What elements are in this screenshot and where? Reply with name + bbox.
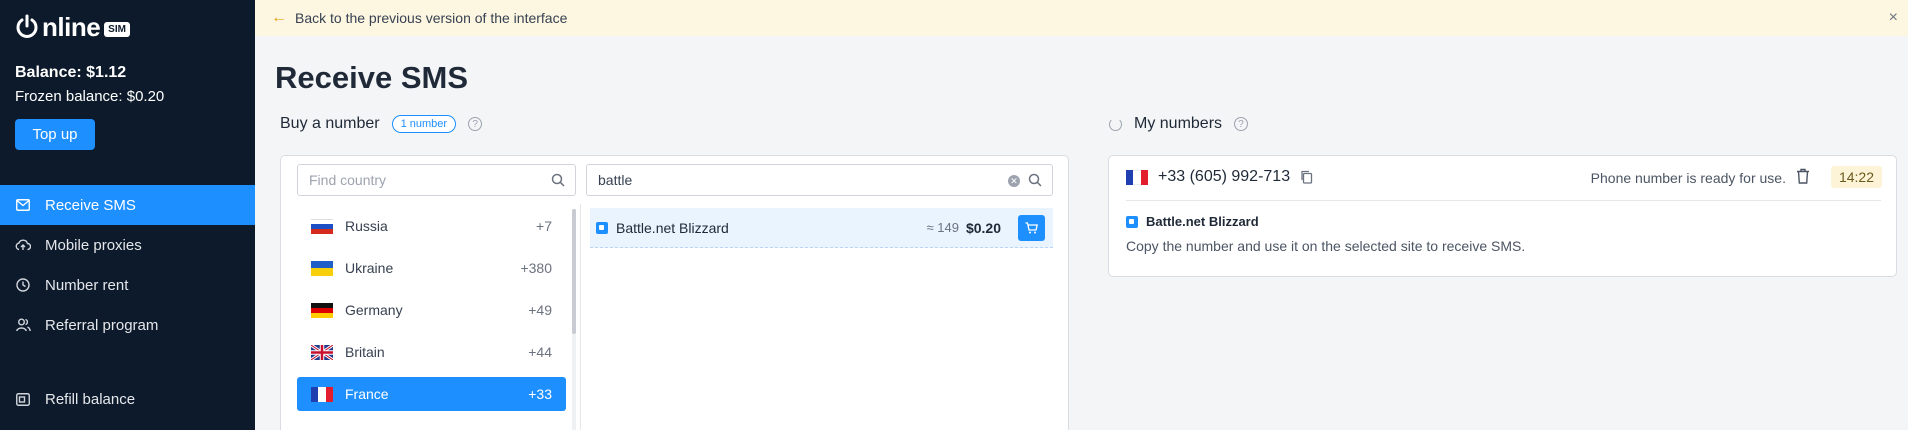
- mail-icon: [15, 197, 31, 213]
- ukraine-flag-icon: [311, 260, 333, 276]
- timer-badge: 14:22: [1830, 166, 1882, 188]
- power-icon: [16, 14, 38, 38]
- country-code: +7: [536, 218, 552, 234]
- sidebar-nav: Receive SMS Mobile proxies Number rent R…: [0, 185, 255, 345]
- users-icon: [15, 317, 31, 333]
- cart-icon: [1025, 222, 1038, 234]
- instruction-text: Copy the number and use it on the select…: [1126, 238, 1526, 254]
- country-search-input[interactable]: Find country: [297, 164, 576, 196]
- frozen-balance: Frozen balance: $0.20: [15, 88, 165, 105]
- phone-number[interactable]: +33 (605) 992-713: [1158, 168, 1290, 186]
- logo-badge: SIM: [104, 21, 130, 37]
- country-name: Ukraine: [345, 260, 394, 276]
- sidebar-item-refill-balance[interactable]: Refill balance: [0, 379, 255, 419]
- cloud-upload-icon: [15, 237, 31, 253]
- clock-icon: [15, 277, 31, 293]
- russia-flag-icon: [311, 218, 333, 234]
- country-code: +380: [520, 260, 552, 276]
- sidebar-item-mobile-proxies[interactable]: Mobile proxies: [0, 225, 255, 265]
- battlenet-icon: [596, 221, 608, 234]
- service-search-input[interactable]: battle ✕: [586, 164, 1053, 196]
- country-code: +49: [528, 302, 552, 318]
- country-code: +44: [528, 344, 552, 360]
- sidebar-item-label: Number rent: [45, 276, 129, 294]
- my-numbers-title: My numbers: [1134, 115, 1223, 132]
- sidebar: nline SIM Balance: $1.12 Frozen balance:…: [0, 0, 255, 430]
- sidebar-item-label: Receive SMS: [45, 196, 136, 214]
- buy-number-header: Buy a number 1 number ?: [280, 115, 483, 133]
- country-name: France: [345, 386, 389, 402]
- refresh-icon[interactable]: [1109, 117, 1122, 131]
- country-item-germany[interactable]: Germany +49: [297, 293, 566, 327]
- country-name: Russia: [345, 218, 388, 234]
- sidebar-item-label: Mobile proxies: [45, 236, 142, 254]
- country-name: Germany: [345, 302, 403, 318]
- top-up-button[interactable]: Top up: [15, 119, 95, 150]
- country-name: Britain: [345, 344, 385, 360]
- country-item-britain[interactable]: Britain +44: [297, 335, 566, 369]
- country-scrollbar-thumb[interactable]: [572, 209, 576, 334]
- service-name: Battle.net Blizzard: [1146, 214, 1259, 229]
- wallet-icon: [15, 391, 31, 407]
- country-list: Russia +7 Ukraine +380 Germany +49 Brita…: [297, 209, 566, 419]
- arrow-left-icon: ←: [271, 9, 287, 26]
- service-quantity: ≈ 149: [926, 220, 959, 235]
- service-row-battlenet[interactable]: Battle.net Blizzard ≈ 149 $0.20: [590, 208, 1053, 248]
- number-service: Battle.net Blizzard: [1126, 214, 1259, 229]
- number-status: Phone number is ready for use.: [1590, 170, 1786, 186]
- sidebar-item-receive-sms[interactable]: Receive SMS: [0, 185, 255, 225]
- trash-icon[interactable]: [1796, 168, 1810, 184]
- refill-section: Refill balance: [0, 379, 255, 419]
- search-icon: [1028, 173, 1042, 187]
- service-search-value: battle: [598, 172, 633, 188]
- logo-text: nline: [42, 12, 101, 42]
- page-title: Receive SMS: [275, 60, 468, 95]
- britain-flag-icon: [311, 344, 333, 360]
- divider: [1126, 200, 1881, 201]
- country-item-ukraine[interactable]: Ukraine +380: [297, 251, 566, 285]
- help-icon[interactable]: ?: [1234, 117, 1249, 131]
- service-price: $0.20: [965, 219, 1001, 236]
- service-name: Battle.net Blizzard: [616, 219, 729, 236]
- balance: Balance: $1.12: [15, 64, 127, 81]
- france-flag-icon: [311, 386, 333, 402]
- column-divider: [580, 204, 581, 430]
- previous-version-link[interactable]: Back to the previous version of the inte…: [295, 10, 567, 26]
- close-icon[interactable]: ×: [1889, 9, 1898, 27]
- country-item-france[interactable]: France +33: [297, 377, 566, 411]
- buy-cart-button[interactable]: [1018, 215, 1045, 241]
- sidebar-item-label: Referral program: [45, 316, 159, 334]
- my-numbers-header: My numbers ?: [1109, 115, 1249, 133]
- clear-icon[interactable]: ✕: [1008, 175, 1020, 187]
- buy-number-panel: Find country battle ✕ Russia +7 Ukraine …: [280, 155, 1069, 430]
- sidebar-item-number-rent[interactable]: Number rent: [0, 265, 255, 305]
- previous-version-banner: ← Back to the previous version of the in…: [255, 0, 1908, 36]
- logo[interactable]: nline SIM: [14, 14, 130, 40]
- help-icon[interactable]: ?: [468, 117, 483, 131]
- germany-flag-icon: [311, 302, 333, 318]
- copy-icon[interactable]: [1300, 170, 1314, 184]
- search-icon: [551, 173, 565, 187]
- sidebar-item-referral-program[interactable]: Referral program: [0, 305, 255, 345]
- buy-number-title: Buy a number: [280, 115, 380, 132]
- country-search-placeholder: Find country: [309, 172, 387, 188]
- active-number-row: +33 (605) 992-713: [1126, 168, 1314, 186]
- country-code: +33: [528, 386, 552, 402]
- battlenet-icon: [1126, 215, 1138, 228]
- sidebar-item-label: Refill balance: [45, 390, 136, 408]
- france-flag-icon: [1126, 169, 1148, 185]
- my-numbers-panel: +33 (605) 992-713 Phone number is ready …: [1108, 155, 1897, 277]
- country-item-russia[interactable]: Russia +7: [297, 209, 566, 243]
- numbers-count-badge[interactable]: 1 number: [391, 115, 457, 133]
